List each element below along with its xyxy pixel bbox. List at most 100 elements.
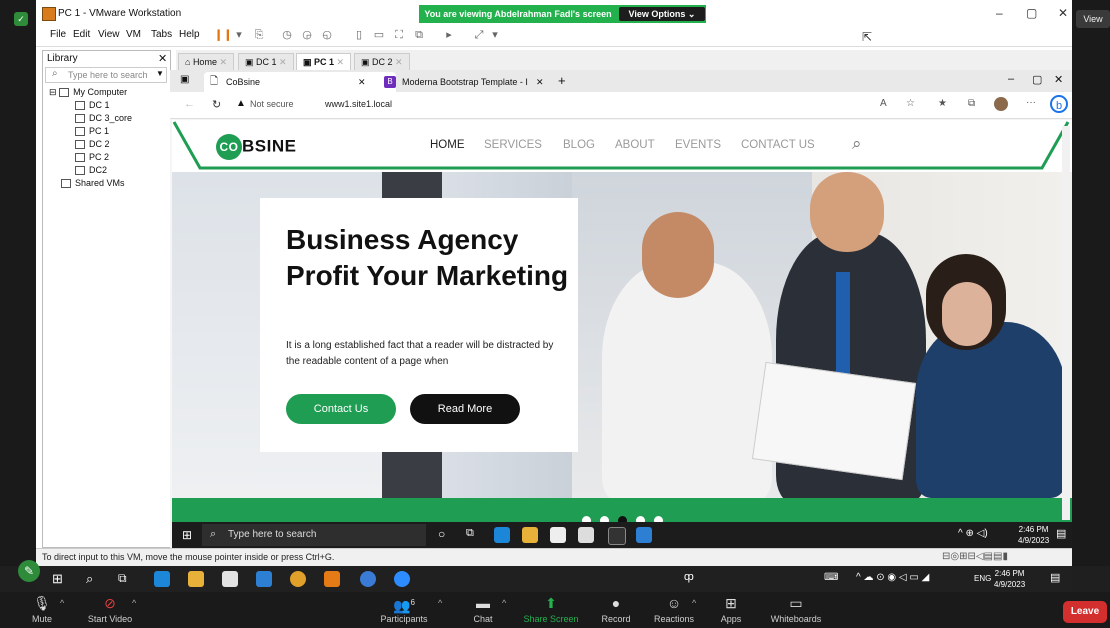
vmware-icon[interactable]: [324, 571, 340, 587]
pause-icon[interactable]: ❙❙: [214, 28, 232, 42]
warning-icon[interactable]: ▲: [236, 98, 246, 109]
back-icon[interactable]: ←: [184, 98, 195, 110]
windows-start-icon[interactable]: ⊞: [182, 528, 192, 542]
nav-contact-us[interactable]: CONTACT US: [741, 139, 815, 151]
favorites-icon[interactable]: ★: [938, 98, 947, 109]
mute-button[interactable]: 🎙 Mute: [22, 595, 62, 624]
restore-icon[interactable]: ▢: [1026, 6, 1037, 20]
restore-icon[interactable]: ▢: [1032, 73, 1042, 86]
stretch-dropdown-icon[interactable]: ▾: [488, 28, 502, 42]
avatar[interactable]: [994, 97, 1008, 111]
cortana-icon[interactable]: ○: [438, 527, 445, 541]
expand-icon[interactable]: ⊟: [49, 87, 57, 97]
app-icon[interactable]: [636, 527, 652, 543]
tree-item-dc1[interactable]: DC 1: [75, 100, 110, 111]
nav-events[interactable]: EVENTS: [675, 139, 721, 151]
search-icon[interactable]: ⌕: [86, 571, 93, 587]
collections-icon[interactable]: ⧉: [968, 98, 975, 109]
chevron-up-icon[interactable]: ^: [60, 598, 64, 608]
menu-edit[interactable]: Edit: [73, 29, 90, 40]
task-view-icon[interactable]: ⧉: [466, 527, 474, 540]
thumbnail-view-icon[interactable]: ▭: [372, 28, 386, 42]
edge-icon[interactable]: [154, 571, 170, 587]
tree-item-my-computer[interactable]: ⊟ My Computer: [49, 87, 127, 98]
view-options-button[interactable]: View Options ⌄: [619, 7, 705, 21]
read-more-button[interactable]: Read More: [410, 394, 520, 424]
send-ctrl-alt-del-icon[interactable]: ⎘: [252, 28, 266, 42]
full-screen-icon[interactable]: ⛶: [392, 28, 406, 42]
shield-icon[interactable]: ✓: [14, 12, 28, 26]
tree-item-pc2[interactable]: PC 2: [75, 152, 109, 163]
guest-screen[interactable]: ▣ 🗋 CoBsine ✕ B Moderna Bootstrap Templa…: [170, 70, 1072, 548]
guest-search-box[interactable]: ⌕ Type here to search: [202, 524, 426, 546]
close-icon[interactable]: ✕: [337, 57, 345, 67]
participants-button[interactable]: 👥6 Participants: [374, 595, 434, 624]
chevron-up-icon[interactable]: ^: [502, 598, 506, 608]
start-video-button[interactable]: ⊘ Start Video: [84, 595, 136, 624]
device-status-icon[interactable]: ⊟◎⊞⊟◁▤▤▮: [942, 551, 1008, 562]
system-tray-icon[interactable]: ^ ☁ ⊙ ◉ ◁ ▭ ◢: [856, 572, 929, 583]
tab-dc2[interactable]: ▣ DC 2 ✕: [354, 53, 410, 70]
chevron-up-icon[interactable]: ^: [132, 598, 136, 608]
close-icon[interactable]: ✕: [219, 57, 227, 67]
view-button[interactable]: View: [1076, 10, 1110, 28]
tree-item-pc1[interactable]: PC 1: [75, 126, 109, 137]
mail-icon[interactable]: [256, 571, 272, 587]
chat-button[interactable]: ▬ Chat: [466, 595, 500, 624]
read-aloud-icon[interactable]: A: [880, 98, 887, 109]
windows-start-icon[interactable]: ⊞: [52, 571, 63, 587]
app-icon[interactable]: [360, 571, 376, 587]
file-explorer-icon[interactable]: [522, 527, 538, 543]
system-tray-icon[interactable]: ^ ⊕ ◁): [958, 528, 988, 539]
close-icon[interactable]: ✕: [279, 57, 287, 67]
store-icon[interactable]: [222, 571, 238, 587]
close-icon[interactable]: ✕: [358, 72, 366, 92]
notifications-icon[interactable]: ▤: [1056, 527, 1066, 540]
keyboard-icon[interactable]: ⌨: [824, 572, 838, 583]
bing-icon[interactable]: b: [1050, 95, 1068, 113]
contact-us-button[interactable]: Contact Us: [286, 394, 396, 424]
language-indicator[interactable]: ENG: [974, 574, 991, 583]
close-icon[interactable]: ✕: [395, 57, 403, 67]
share-screen-button[interactable]: ⬆ Share Screen: [522, 595, 580, 624]
tab-dc1[interactable]: ▣ DC 1 ✕: [238, 53, 294, 70]
terminal-icon[interactable]: [608, 527, 626, 545]
apps-button[interactable]: ⊞ Apps: [716, 595, 746, 624]
accessibility-icon[interactable]: ȹ: [684, 571, 694, 583]
tab-cobsine[interactable]: 🗋 CoBsine ✕: [204, 72, 396, 92]
refresh-icon[interactable]: ↻: [212, 98, 221, 111]
zoom-app-icon[interactable]: [394, 571, 410, 587]
close-icon[interactable]: ✕: [1058, 6, 1068, 20]
nav-services[interactable]: SERVICES: [484, 139, 542, 151]
edge-icon[interactable]: [494, 527, 510, 543]
host-clock[interactable]: 2:46 PM 4/9/2023: [994, 568, 1025, 590]
record-button[interactable]: ● Record: [596, 595, 636, 624]
file-explorer-icon[interactable]: [188, 571, 204, 587]
menu-help[interactable]: Help: [179, 29, 200, 40]
page-scrollbar[interactable]: [1062, 126, 1070, 520]
tree-item-dc3-core[interactable]: DC 3_core: [75, 113, 132, 124]
site-logo[interactable]: CO BSINE: [216, 134, 296, 160]
menu-vm[interactable]: VM: [126, 29, 141, 40]
task-view-icon[interactable]: ⧉: [118, 571, 127, 586]
url-input[interactable]: www1.site1.local: [325, 99, 392, 109]
console-icon[interactable]: ▸: [442, 28, 456, 42]
dropdown-icon[interactable]: ▾: [232, 28, 246, 42]
tree-item-dc2[interactable]: DC 2: [75, 139, 110, 150]
new-tab-icon[interactable]: +: [558, 73, 566, 88]
stretch-icon[interactable]: ⤢: [472, 28, 486, 42]
close-icon[interactable]: ✕: [1054, 73, 1063, 86]
notifications-icon[interactable]: ▤: [1050, 571, 1060, 584]
menu-tabs[interactable]: Tabs: [151, 29, 172, 40]
nav-blog[interactable]: BLOG: [563, 139, 595, 151]
not-secure-label[interactable]: Not secure: [250, 99, 294, 109]
snapshot-icon[interactable]: ◷: [280, 28, 294, 42]
unity-icon[interactable]: ⧉: [412, 28, 426, 42]
tab-moderna[interactable]: B Moderna Bootstrap Template - I ✕: [380, 72, 577, 92]
mail-icon[interactable]: [578, 527, 594, 543]
menu-view[interactable]: View: [98, 29, 120, 40]
close-icon[interactable]: ✕: [158, 52, 167, 65]
more-icon[interactable]: ···: [1026, 97, 1036, 108]
minimize-icon[interactable]: –: [1008, 73, 1014, 85]
reactions-button[interactable]: ☺ Reactions: [650, 595, 698, 624]
